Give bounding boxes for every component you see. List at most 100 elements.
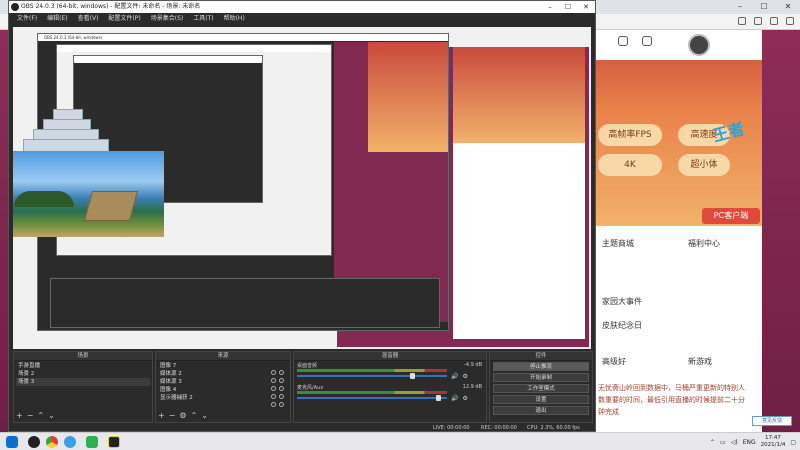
nested-obs-docks: [50, 278, 440, 328]
maximize-icon[interactable]: ☐: [559, 1, 577, 13]
sources-list: 图像 7 媒体源 2 媒体源 3 图像 4 显示器捕获 2: [156, 361, 290, 407]
sources-toolbar: + − ⚙ ⌃ ⌄: [158, 412, 208, 420]
obs-window-controls: – ☐ ✕: [541, 1, 595, 13]
scene-item[interactable]: 场景 2: [16, 370, 150, 378]
remove-icon[interactable]: −: [27, 412, 34, 420]
source-item[interactable]: 媒体源 3: [158, 378, 288, 391]
stop-streaming-button[interactable]: 停止推流: [493, 362, 589, 371]
list-item[interactable]: 皮肤纪念日: [602, 320, 642, 331]
visibility-icon[interactable]: [271, 402, 276, 407]
close-icon[interactable]: ✕: [776, 0, 800, 14]
menu-scene-collection[interactable]: 场景集合(S): [151, 13, 184, 25]
network-icon[interactable]: ▭: [720, 439, 726, 446]
sources-dock: 来源 图像 7 媒体源 2 媒体源 3 图像 4 显示器捕获 2 + − ⚙ ⌃…: [155, 351, 291, 423]
move-down-icon[interactable]: ⌄: [48, 412, 55, 420]
move-up-icon[interactable]: ⌃: [191, 412, 198, 420]
add-icon[interactable]: +: [158, 412, 165, 420]
obs-icon: [11, 3, 19, 11]
obs-icon[interactable]: [28, 436, 40, 448]
start-recording-button[interactable]: 开始录制: [493, 373, 589, 382]
close-icon[interactable]: ✕: [577, 1, 595, 13]
list-item[interactable]: 新游戏: [688, 356, 712, 367]
exit-button[interactable]: 退出: [493, 406, 589, 415]
clock-time: 17:47: [765, 435, 781, 441]
source-item[interactable]: 图像 7: [158, 362, 288, 375]
menu-file[interactable]: 文件(F): [17, 13, 37, 25]
list-item[interactable]: 主题商城: [602, 238, 634, 249]
menu-view[interactable]: 查看(V): [78, 13, 99, 25]
wechat-icon[interactable]: [86, 436, 98, 448]
list-item[interactable]: 家园大事件: [602, 296, 642, 307]
notification-icon[interactable]: ▢: [790, 439, 796, 446]
obs-preview-canvas[interactable]: OBS 24.0.3 (64-bit, windows): [13, 27, 591, 349]
language-indicator[interactable]: ENG: [743, 439, 756, 446]
menu-tools[interactable]: 工具(T): [193, 13, 213, 25]
volume-slider[interactable]: [297, 373, 447, 379]
volume-meter: [297, 391, 447, 394]
list-item[interactable]: 高级好: [602, 356, 626, 367]
scene-item-selected[interactable]: 场景 3: [16, 378, 150, 386]
chrome-icon[interactable]: [46, 436, 58, 448]
more-icon[interactable]: [786, 17, 794, 25]
settings-button[interactable]: 设置: [493, 395, 589, 404]
gear-icon[interactable]: ⚙: [462, 373, 467, 380]
slider-knob[interactable]: [436, 395, 442, 401]
scene-item[interactable]: 手游直播: [16, 362, 150, 370]
bench-shape: [83, 191, 139, 221]
volume-icon[interactable]: ◁): [731, 439, 738, 446]
move-up-icon[interactable]: ⌃: [37, 412, 44, 420]
menu-help[interactable]: 帮助(H): [224, 13, 245, 25]
menu-profile[interactable]: 配置文件(P): [108, 13, 140, 25]
source-label: 图像 4: [160, 387, 177, 393]
clock[interactable]: 17:47 2021/1/4: [761, 435, 786, 449]
remove-icon[interactable]: −: [169, 412, 176, 420]
source-label: 媒体源 3: [160, 379, 182, 385]
live-timer: LIVE: 00:00:00: [433, 425, 470, 431]
app-icon[interactable]: [108, 436, 120, 448]
nested-hero: [368, 42, 448, 152]
obs-status-bar: LIVE: 00:00:00 REC: 00:00:00 CPU: 2.3%, …: [13, 424, 593, 432]
source-label: 图像 7: [160, 363, 177, 369]
site-topbar: [592, 30, 762, 60]
rec-timer: REC: 00:00:00: [481, 425, 517, 431]
landscape-image-source[interactable]: [13, 151, 164, 237]
collections-icon[interactable]: [754, 17, 762, 25]
maximize-icon[interactable]: ☐: [752, 0, 776, 14]
bookmark-icon[interactable]: [738, 17, 746, 25]
hero-button-fps[interactable]: 高帧率FPS: [598, 124, 662, 146]
scenes-list: 手游直播 场景 2 场景 3: [14, 361, 152, 387]
speaker-icon[interactable]: 🔊: [451, 395, 458, 402]
lock-icon[interactable]: [279, 402, 284, 407]
speaker-icon[interactable]: 🔊: [451, 373, 458, 380]
list-item[interactable]: 福利中心: [688, 238, 720, 249]
studio-mode-button[interactable]: 工作室模式: [493, 384, 589, 393]
gear-icon[interactable]: ⚙: [462, 395, 467, 402]
minimize-icon[interactable]: –: [728, 0, 752, 14]
windows-start-icon[interactable]: [6, 436, 18, 448]
heart-icon[interactable]: [618, 36, 628, 46]
volume-meter: [297, 369, 447, 372]
channel-db: 12.9 dB: [462, 384, 482, 390]
volume-slider[interactable]: [297, 395, 447, 401]
browser-window-controls: – ☐ ✕: [728, 0, 800, 14]
controls-header: 控件: [490, 352, 592, 361]
add-icon[interactable]: +: [16, 412, 23, 420]
minimize-icon[interactable]: –: [541, 1, 559, 13]
source-item[interactable]: 图像 4: [158, 386, 288, 399]
slider-knob[interactable]: [410, 373, 416, 379]
source-item[interactable]: 媒体源 2: [158, 370, 288, 383]
gear-icon[interactable]: ⚙: [179, 412, 186, 420]
menu-edit[interactable]: 编辑(E): [47, 13, 67, 25]
edge-icon[interactable]: [64, 436, 76, 448]
sources-header: 来源: [156, 352, 290, 361]
source-item[interactable]: 显示器捕获 2: [158, 394, 288, 407]
pc-client-button[interactable]: PC客户端: [702, 208, 760, 224]
chevron-up-icon[interactable]: ⌃: [710, 439, 715, 446]
avatar[interactable]: [688, 34, 710, 56]
profile-icon[interactable]: [770, 17, 778, 25]
feedback-button[interactable]: 意见反馈: [752, 416, 792, 426]
hero-button-4k[interactable]: 4K: [598, 154, 662, 176]
taskbar: ⌃ ▭ ◁) ENG 17:47 2021/1/4 ▢: [0, 432, 800, 450]
move-down-icon[interactable]: ⌄: [201, 412, 208, 420]
location-icon[interactable]: [642, 36, 652, 46]
